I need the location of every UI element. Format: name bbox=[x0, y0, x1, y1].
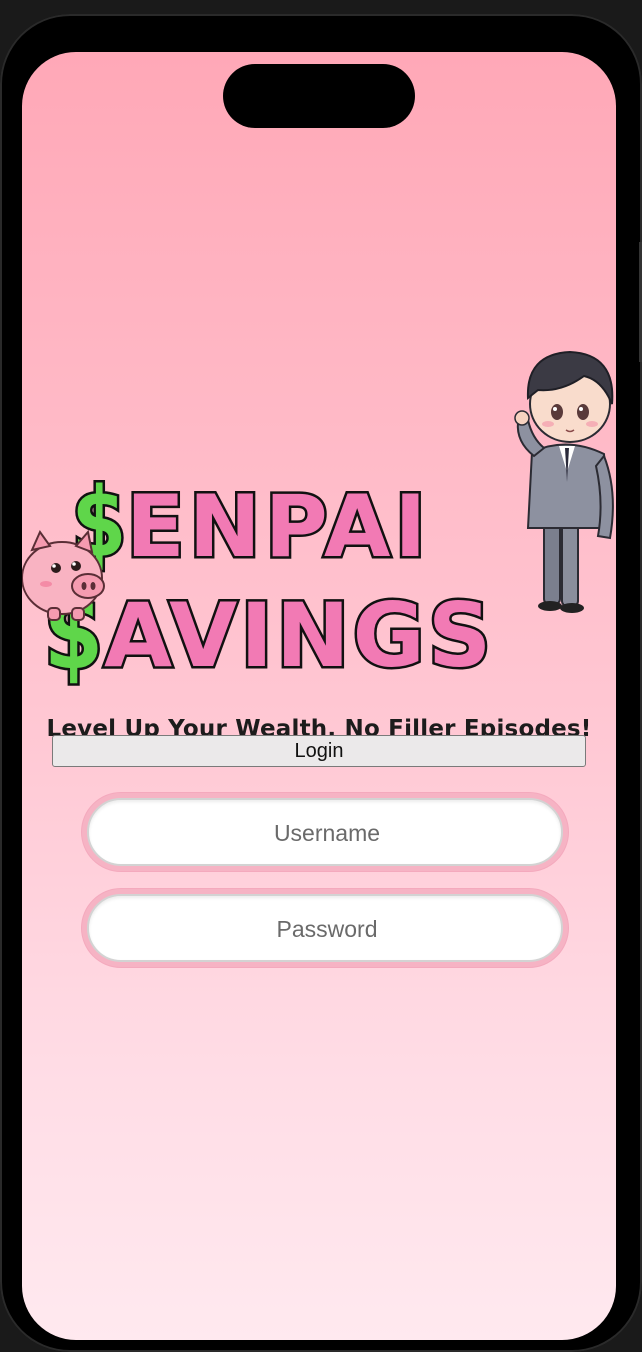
camera-notch bbox=[223, 64, 415, 128]
app-screen: $ ENPAI $ AVINGS Level Up Your Wealth, N… bbox=[22, 52, 616, 1340]
username-input[interactable] bbox=[89, 800, 565, 866]
login-button[interactable]: Login bbox=[52, 735, 586, 767]
logo-graphic: $ ENPAI $ AVINGS bbox=[22, 350, 614, 696]
password-field bbox=[82, 889, 568, 967]
password-input-wrapper bbox=[87, 894, 565, 962]
businessman-mascot-icon bbox=[514, 350, 614, 613]
app-logo: $ ENPAI $ AVINGS bbox=[22, 332, 616, 712]
username-field bbox=[82, 793, 568, 871]
password-input[interactable] bbox=[89, 896, 565, 962]
svg-text:AVINGS: AVINGS bbox=[104, 584, 494, 687]
logo-wordmark-savings: $ AVINGS bbox=[40, 569, 494, 696]
username-input-wrapper bbox=[87, 798, 565, 866]
logo-wordmark-senpai: $ ENPAI bbox=[68, 465, 430, 582]
phone-frame: $ ENPAI $ AVINGS Level Up Your Wealth, N… bbox=[0, 14, 642, 1352]
svg-text:ENPAI: ENPAI bbox=[126, 477, 430, 577]
